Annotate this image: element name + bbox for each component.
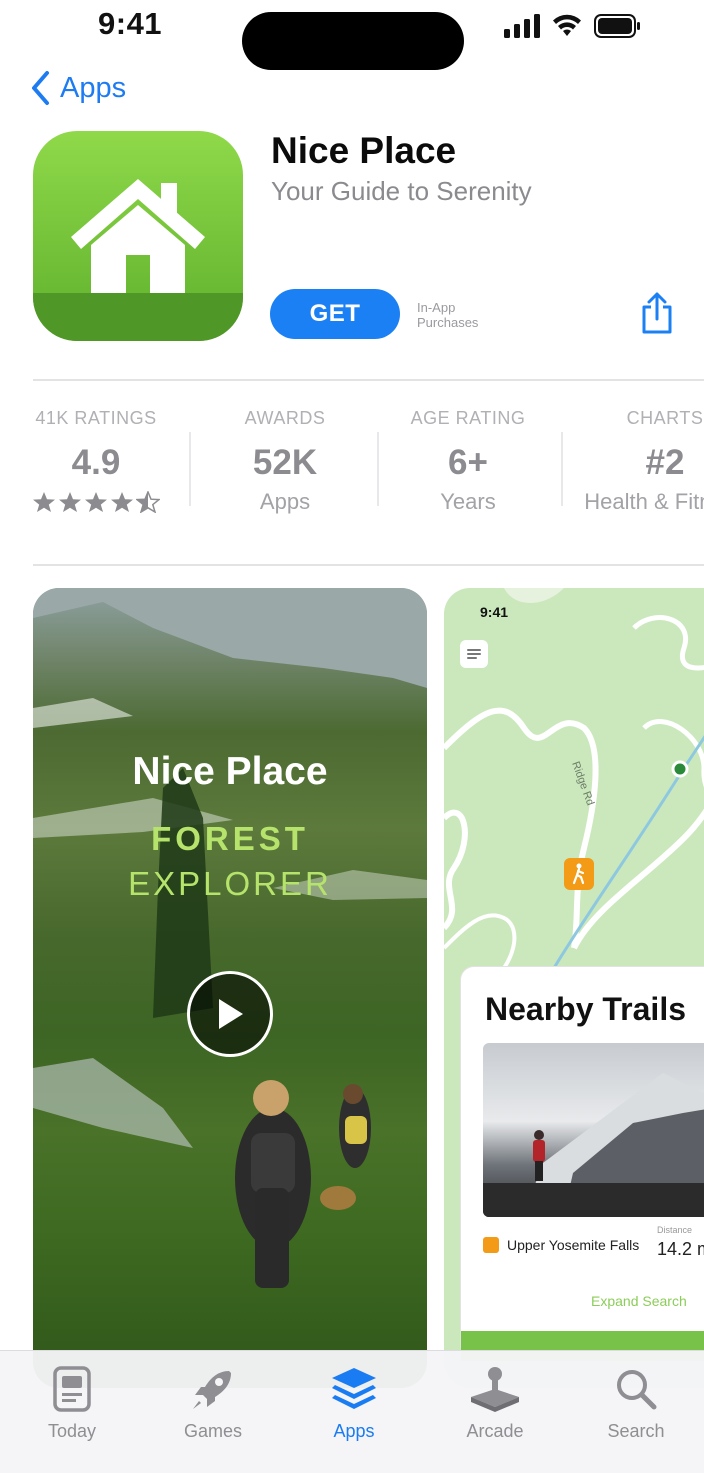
star-icon xyxy=(33,492,55,512)
chevron-left-icon xyxy=(32,71,49,105)
stat-sub: Health & Fitness xyxy=(584,489,704,514)
rocket-icon xyxy=(193,1371,231,1409)
promo-line-2: EXPLORER xyxy=(128,865,332,902)
stat-awards[interactable]: AWARDS 52K Apps xyxy=(195,408,375,515)
card-title: Nearby Trails xyxy=(485,991,686,1027)
stat-value: 4.9 xyxy=(71,443,121,482)
distance-value: 14.2 mi xyxy=(657,1239,704,1259)
distance-label: Distance xyxy=(657,1225,693,1235)
stat-sub: Apps xyxy=(259,489,311,514)
tab-label: Apps xyxy=(333,1421,375,1441)
tab-apps[interactable]: Apps xyxy=(294,1363,414,1442)
cellular-signal-icon xyxy=(504,14,540,38)
share-button[interactable] xyxy=(639,291,675,340)
joystick-icon xyxy=(471,1367,519,1412)
trail-photo xyxy=(483,1043,704,1217)
mountain-photo xyxy=(483,1073,704,1217)
promo-line-1: FOREST xyxy=(151,820,309,857)
tab-bar: Today Games Apps Arcade Search xyxy=(0,1350,704,1473)
tab-label: Arcade xyxy=(466,1421,524,1441)
tab-arcade[interactable]: Arcade xyxy=(435,1363,555,1442)
hiker-badge-icon xyxy=(483,1237,499,1253)
wifi-icon xyxy=(553,14,581,36)
stat-label: CHARTS xyxy=(626,408,704,428)
battery-icon xyxy=(594,14,640,38)
map-status-time: 9:41 xyxy=(480,604,509,620)
house-icon xyxy=(71,179,205,293)
stat-separator xyxy=(189,432,191,506)
promo-title: Nice Place xyxy=(132,750,328,793)
back-button[interactable]: Apps xyxy=(30,70,126,106)
divider xyxy=(33,379,704,381)
trail-row[interactable]: Upper Yosemite Falls xyxy=(483,1237,639,1253)
rating-stars xyxy=(6,491,186,513)
map-menu-button[interactable] xyxy=(460,640,488,668)
get-button[interactable]: GET xyxy=(270,289,400,339)
in-app-purchases-note: In-App Purchases xyxy=(417,300,479,330)
tab-today[interactable]: Today xyxy=(12,1363,132,1442)
half-star-icon xyxy=(136,491,160,513)
apps-stack-icon xyxy=(332,1368,376,1409)
tab-search[interactable]: Search xyxy=(576,1363,696,1442)
tab-label: Games xyxy=(183,1421,243,1441)
divider xyxy=(33,564,704,566)
expand-search-link[interactable]: Expand Search xyxy=(591,1293,687,1309)
back-label: Apps xyxy=(60,71,127,104)
trail-pin[interactable] xyxy=(564,858,594,890)
screenshot-map[interactable]: Ridge Rd 9:41 Nearby Trails Upper Yosemi… xyxy=(444,588,704,1388)
stat-value: 6+ xyxy=(448,443,488,482)
play-button[interactable] xyxy=(187,971,273,1057)
stat-charts[interactable]: CHARTS #2 Health & Fitness xyxy=(562,408,704,538)
tab-games[interactable]: Games xyxy=(153,1363,273,1442)
star-icon xyxy=(85,492,107,512)
nearby-trails-card[interactable]: Nearby Trails Upper Yosemite Falls Dista… xyxy=(460,966,704,1361)
app-title: Nice Place xyxy=(271,130,457,171)
status-icons xyxy=(504,12,642,40)
list-icon xyxy=(467,649,481,659)
status-time: 9:41 xyxy=(98,6,163,41)
tab-label: Today xyxy=(47,1421,97,1441)
stat-age-rating[interactable]: AGE RATING 6+ Years xyxy=(378,408,558,515)
play-icon xyxy=(219,999,243,1029)
app-subtitle: Your Guide to Serenity xyxy=(271,176,532,206)
hiker-icon xyxy=(572,863,585,885)
stat-sub: Years xyxy=(440,489,496,514)
star-icon xyxy=(59,492,81,512)
today-icon xyxy=(53,1366,91,1412)
stat-label: 41K RATINGS xyxy=(35,408,157,428)
dynamic-island xyxy=(242,12,464,70)
stat-label: AWARDS xyxy=(244,408,326,428)
stat-label: AGE RATING xyxy=(410,408,526,428)
screenshot-video-preview[interactable]: Nice Place FOREST EXPLORER xyxy=(33,588,427,1388)
stat-value: #2 xyxy=(645,443,685,482)
tab-label: Search xyxy=(607,1421,665,1441)
stat-ratings[interactable]: 41K RATINGS 4.9 xyxy=(6,408,186,513)
trail-name: Upper Yosemite Falls xyxy=(507,1237,640,1253)
app-icon xyxy=(33,131,243,341)
star-icon xyxy=(111,492,133,512)
stat-value: 52K xyxy=(252,443,318,482)
search-icon xyxy=(617,1370,657,1410)
share-icon xyxy=(642,292,672,334)
